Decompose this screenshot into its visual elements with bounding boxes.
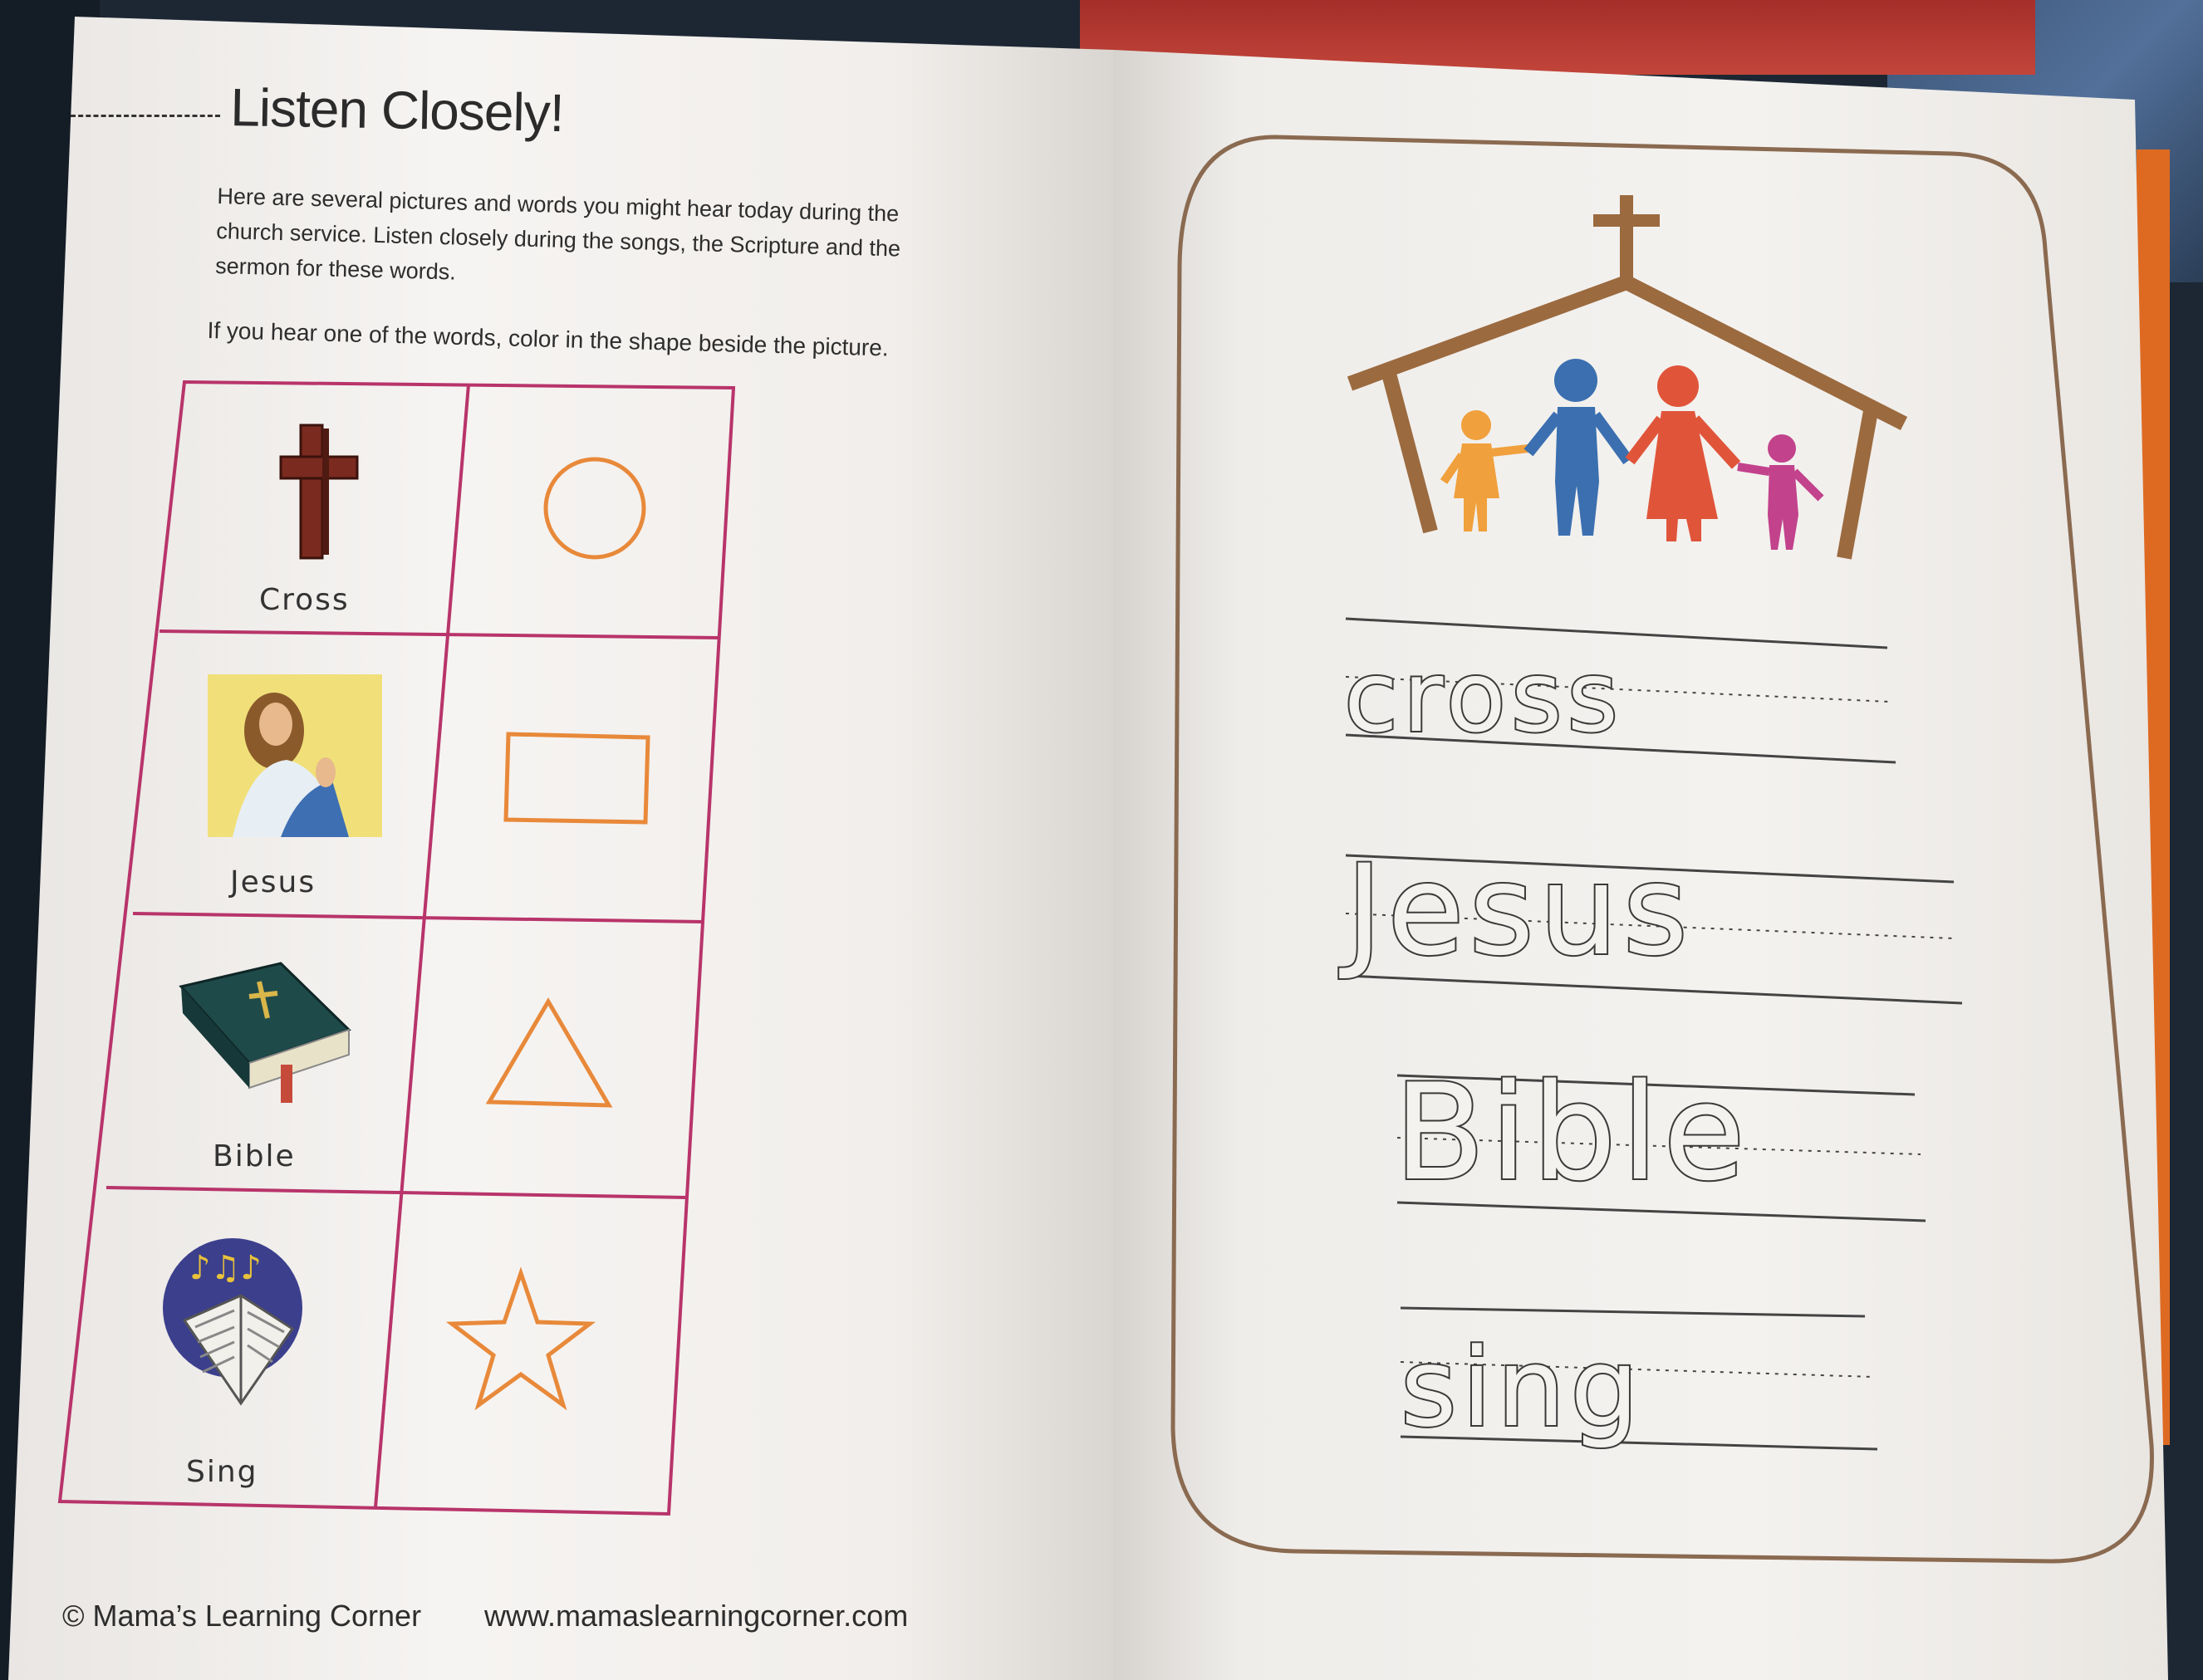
child-figure-pink	[1737, 434, 1824, 550]
adult-figure-blue	[1523, 359, 1633, 536]
tracing-word-bible: Bible	[1392, 1053, 1750, 1212]
tracing-card	[1170, 135, 2154, 1564]
tracing-word-jesus: Jesus	[1344, 837, 1693, 985]
tracing-word-cross: cross	[1342, 638, 1623, 756]
tracing-word-sing: sing	[1399, 1323, 1644, 1452]
child-figure-orange	[1440, 410, 1529, 531]
church-family-icon	[1347, 195, 1908, 560]
adult-figure-red	[1625, 365, 1741, 541]
